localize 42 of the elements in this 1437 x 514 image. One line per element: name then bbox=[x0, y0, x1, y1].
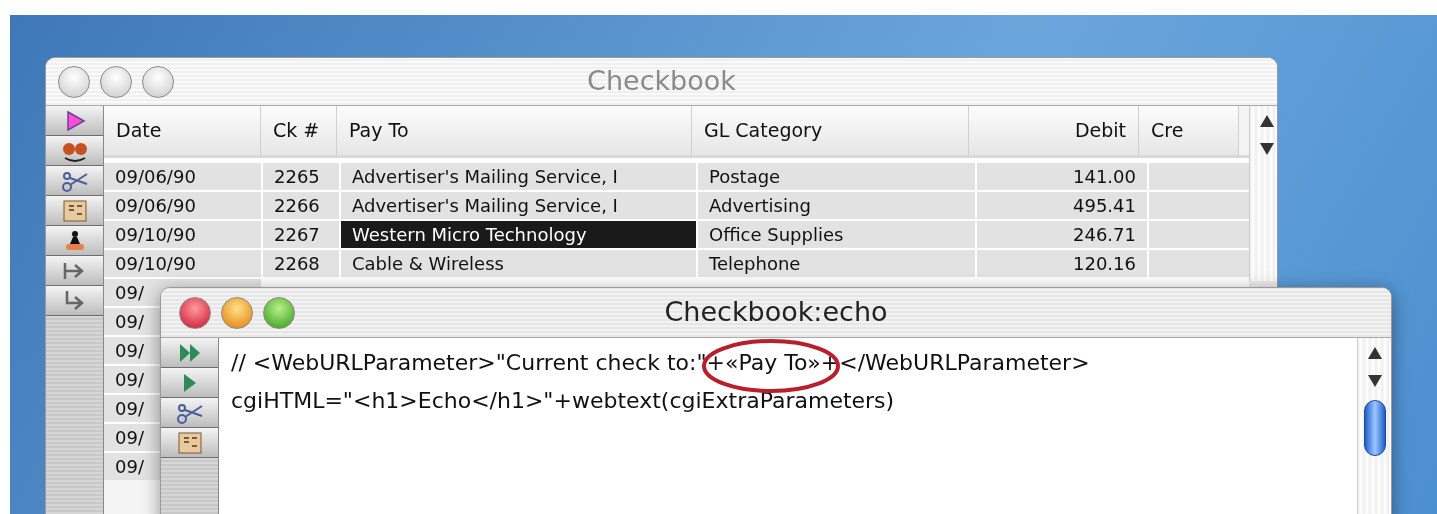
minimize-button[interactable] bbox=[100, 65, 132, 98]
table-cell: 09/10/90 bbox=[104, 250, 261, 277]
column-header[interactable]: GL Category bbox=[692, 106, 969, 155]
window-title: Checkbook bbox=[587, 64, 736, 99]
minimize-button[interactable] bbox=[221, 296, 253, 329]
scroll-down-icon[interactable] bbox=[1258, 142, 1275, 156]
table-cell: Postage bbox=[698, 163, 975, 190]
column-header[interactable]: Date bbox=[104, 106, 261, 155]
table-cell: 09/10/90 bbox=[104, 221, 261, 248]
zoom-button[interactable] bbox=[263, 296, 295, 329]
table-cell: Advertiser's Mailing Service, I bbox=[341, 163, 696, 190]
table-cell: Advertising bbox=[698, 192, 975, 219]
table-cell: Advertiser's Mailing Service, I bbox=[341, 192, 696, 219]
table-cell: 2268 bbox=[263, 250, 339, 277]
window-title: Checkbook:echo bbox=[664, 295, 888, 330]
table-cell: 2265 bbox=[263, 163, 339, 190]
column-header[interactable]: Pay To bbox=[337, 106, 692, 155]
table-cell: 120.16 bbox=[977, 250, 1147, 277]
table-cell: 09/06/90 bbox=[104, 163, 261, 190]
table-cell: 246.71 bbox=[977, 221, 1147, 248]
column-header[interactable]: Cre bbox=[1139, 106, 1239, 155]
table-cell: 2266 bbox=[263, 192, 339, 219]
column-header[interactable]: Ck # bbox=[261, 106, 337, 155]
scroll-up-icon[interactable] bbox=[1258, 114, 1275, 128]
scroll-up-icon[interactable] bbox=[1366, 346, 1383, 360]
table-cell: 2267 bbox=[263, 221, 339, 248]
scroll-thumb[interactable] bbox=[1363, 400, 1386, 456]
scroll-bar[interactable] bbox=[1357, 338, 1391, 514]
table-cell: Office Supplies bbox=[698, 221, 975, 248]
table-cell: Western Micro Technology bbox=[341, 221, 696, 248]
table-cell: Cable & Wireless bbox=[341, 250, 696, 277]
close-button[interactable] bbox=[179, 296, 211, 329]
scroll-down-icon[interactable] bbox=[1366, 374, 1383, 388]
column-header[interactable]: Debit bbox=[969, 106, 1139, 155]
table-cell: 141.00 bbox=[977, 163, 1147, 190]
zoom-button[interactable] bbox=[142, 65, 174, 98]
table-cell: Telephone bbox=[698, 250, 975, 277]
close-button[interactable] bbox=[58, 65, 90, 98]
table-cell: 09/06/90 bbox=[104, 192, 261, 219]
table-cell: 495.41 bbox=[977, 192, 1147, 219]
tool-button[interactable] bbox=[46, 226, 103, 256]
scroll-bar[interactable] bbox=[1249, 106, 1277, 281]
